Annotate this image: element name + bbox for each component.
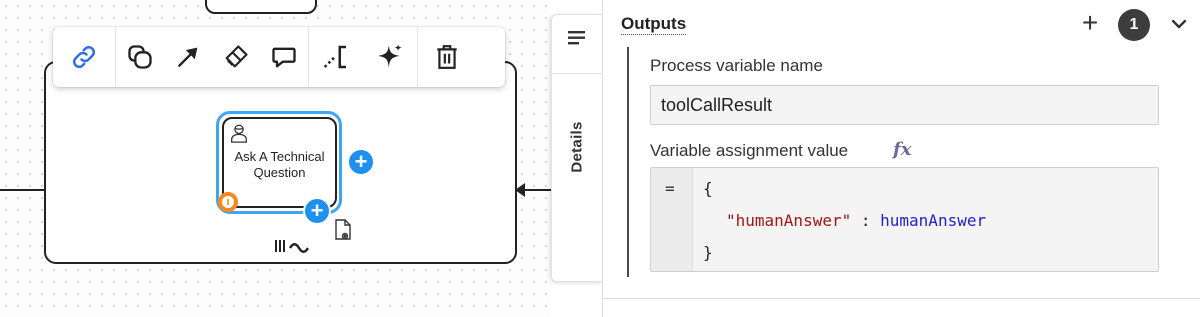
error-marker-icon [227,199,229,205]
upper-element-shape[interactable] [205,0,317,14]
code-variable: humanAnswer [880,211,987,230]
code-line-3: } [703,243,713,262]
outgoing-sequence-flow[interactable] [524,189,551,191]
context-pad-toolbar [53,27,505,87]
link-icon [72,45,96,69]
code-line-1: { [703,179,713,198]
fx-icon[interactable]: fx [893,139,911,160]
chevron-down-icon[interactable] [1169,14,1189,34]
boundary-event-inner [222,196,234,208]
change-type-button[interactable] [116,33,164,81]
feel-gutter: = [651,168,693,271]
text-annotation-icon [323,45,346,69]
comment-icon [272,47,296,68]
diagram-canvas[interactable]: Ask A Technical Question + + [0,0,551,317]
output-entry-indicator [627,47,629,277]
tab-divider [552,73,603,74]
ai-sparkle-icon [378,44,402,68]
color-brush-icon [225,45,248,68]
code-string-key: "humanAnswer" [726,211,852,230]
ai-assistant-button[interactable] [363,33,417,81]
outputs-title[interactable]: Outputs [621,14,687,35]
process-variable-input[interactable] [650,85,1159,125]
properties-panel: Outputs + 1 Process variable name Variab… [602,0,1200,317]
user-task-icon [231,124,247,143]
menu-lines-icon[interactable] [567,29,587,47]
code-line-2: "humanAnswer" : humanAnswer [726,210,986,232]
add-output-button[interactable]: + [1077,9,1103,37]
change-type-icon [128,45,152,69]
details-side-tab: Details [551,14,603,282]
outputs-group-header[interactable]: Outputs + 1 [603,0,1200,50]
comment-button[interactable] [260,33,308,81]
panel-section-divider [603,298,1200,299]
process-variable-label: Process variable name [650,56,823,75]
feel-expression-editor[interactable]: = { "humanAnswer" : humanAnswer } [650,167,1159,272]
task-label: Ask A Technical Question [234,149,325,180]
feel-equals-sign: = [665,179,675,198]
append-element-button[interactable]: + [347,148,375,176]
document-preview-icon[interactable] [333,218,353,242]
connect-arrow-icon [178,47,198,67]
outputs-count-badge: 1 [1118,9,1150,41]
color-button[interactable] [212,33,260,81]
delete-icon [437,45,457,69]
delete-button[interactable] [418,33,476,81]
incoming-sequence-flow[interactable] [0,189,44,191]
boundary-event[interactable] [218,192,238,212]
adhoc-marker-icon [275,240,310,253]
text-annotation-button[interactable] [309,33,363,81]
user-task[interactable]: Ask A Technical Question [222,117,337,208]
code-separator: : [851,211,881,230]
sequence-flow-arrowhead [515,183,525,197]
add-element-below-button[interactable]: + [303,197,331,225]
link-button[interactable] [53,33,115,81]
details-tab-label[interactable]: Details [569,121,586,172]
connect-button[interactable] [164,33,212,81]
assignment-value-label: Variable assignment value [650,141,849,160]
